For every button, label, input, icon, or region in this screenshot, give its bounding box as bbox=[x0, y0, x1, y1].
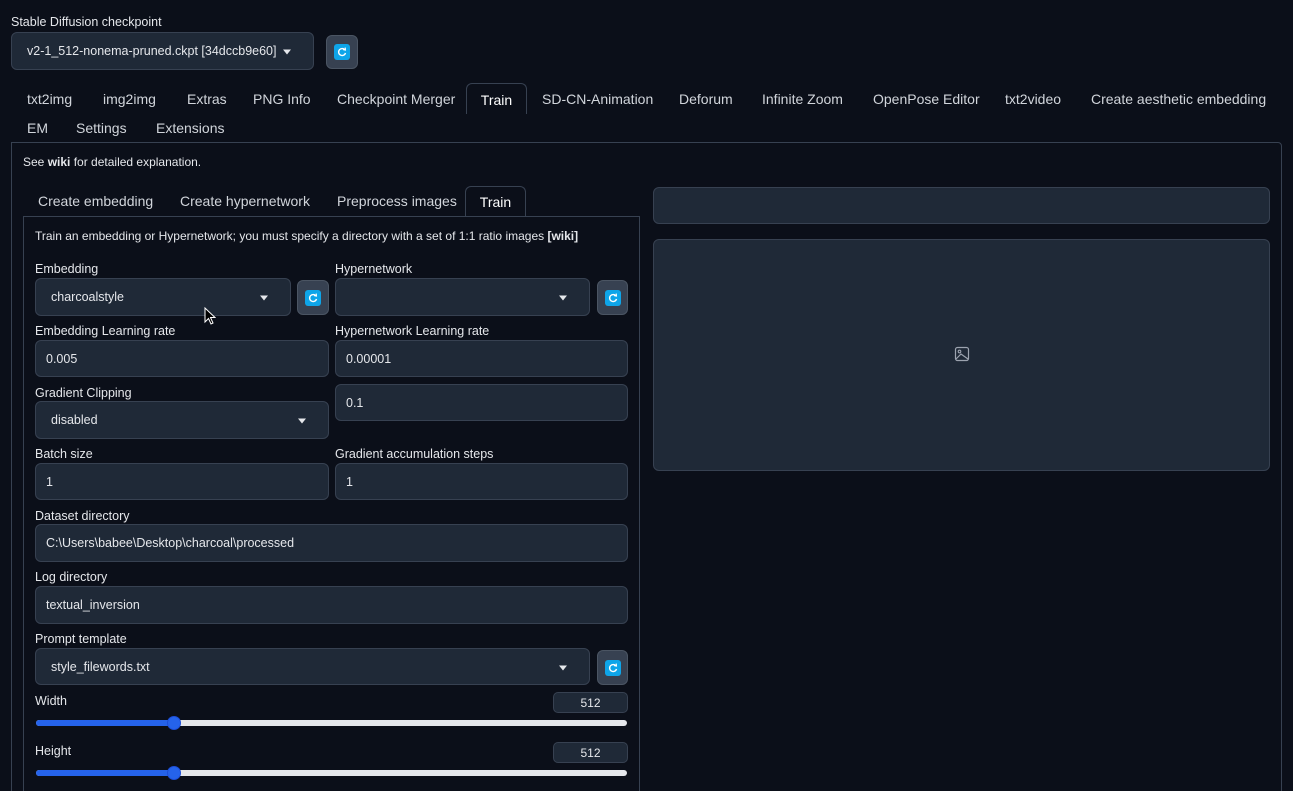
gradient-clipping-value: disabled bbox=[51, 413, 98, 427]
batch-size-label: Batch size bbox=[35, 447, 93, 461]
tab-txt2img[interactable]: txt2img bbox=[27, 91, 72, 107]
image-output-box bbox=[653, 239, 1270, 471]
grad-accum-label: Gradient accumulation steps bbox=[335, 447, 494, 461]
checkpoint-label: Stable Diffusion checkpoint bbox=[11, 15, 162, 29]
refresh-icon bbox=[604, 289, 621, 306]
embedding-lr-input[interactable]: 0.005 bbox=[35, 340, 329, 377]
tab-train[interactable]: Train bbox=[466, 83, 527, 114]
height-slider-fill bbox=[36, 770, 175, 776]
log-dir-input[interactable]: textual_inversion bbox=[35, 586, 628, 624]
tab-deforum[interactable]: Deforum bbox=[679, 91, 733, 107]
height-slider[interactable] bbox=[36, 766, 627, 780]
wiki-note: See wiki for detailed explanation. bbox=[23, 155, 202, 169]
gradient-clipping-label: Gradient Clipping bbox=[35, 386, 132, 400]
tab-create-aesthetic-embedding[interactable]: Create aesthetic embedding bbox=[1091, 91, 1266, 107]
log-dir-label: Log directory bbox=[35, 570, 108, 584]
subtab-preprocess-images[interactable]: Preprocess images bbox=[337, 193, 457, 209]
subtab-create-embedding[interactable]: Create embedding bbox=[38, 193, 153, 209]
dataset-dir-label: Dataset directory bbox=[35, 509, 130, 523]
gradient-clipping-amount-input[interactable]: 0.1 bbox=[335, 384, 628, 421]
prompt-template-refresh-button[interactable] bbox=[597, 650, 628, 685]
hypernetwork-label: Hypernetwork bbox=[335, 262, 413, 276]
image-icon bbox=[954, 346, 970, 365]
refresh-icon bbox=[604, 659, 621, 676]
embedding-refresh-button[interactable] bbox=[297, 280, 329, 315]
chevron-down-icon bbox=[559, 665, 567, 670]
tab-png-info[interactable]: PNG Info bbox=[253, 91, 311, 107]
prompt-template-label: Prompt template bbox=[35, 632, 127, 646]
train-wiki-link[interactable]: [wiki] bbox=[547, 229, 578, 243]
chevron-down-icon bbox=[559, 295, 567, 301]
tab-extras[interactable]: Extras bbox=[187, 91, 227, 107]
tab-em[interactable]: EM bbox=[27, 120, 48, 136]
refresh-icon bbox=[305, 289, 321, 306]
chevron-down-icon bbox=[283, 49, 291, 55]
tab-extensions[interactable]: Extensions bbox=[156, 120, 224, 136]
width-number-input[interactable]: 512 bbox=[553, 692, 628, 713]
subtab-train[interactable]: Train bbox=[465, 186, 526, 217]
tab-checkpoint-merger[interactable]: Checkpoint Merger bbox=[337, 91, 455, 107]
wiki-link[interactable]: wiki bbox=[48, 155, 71, 169]
chevron-down-icon bbox=[260, 295, 268, 301]
output-info-box bbox=[653, 187, 1270, 224]
width-slider[interactable] bbox=[36, 716, 627, 730]
width-slider-fill bbox=[36, 720, 175, 726]
embedding-label: Embedding bbox=[35, 262, 99, 276]
tab-sd-cn-animation[interactable]: SD-CN-Animation bbox=[542, 91, 653, 107]
grad-accum-input[interactable]: 1 bbox=[335, 463, 628, 500]
tab-infinite-zoom[interactable]: Infinite Zoom bbox=[762, 91, 843, 107]
hypernetwork-lr-input[interactable]: 0.00001 bbox=[335, 340, 628, 377]
embedding-lr-label: Embedding Learning rate bbox=[35, 324, 176, 338]
width-label: Width bbox=[35, 694, 67, 708]
embedding-value: charcoalstyle bbox=[51, 290, 124, 304]
tab-txt2video[interactable]: txt2video bbox=[1005, 91, 1061, 107]
prompt-template-dropdown[interactable]: style_filewords.txt bbox=[35, 648, 590, 685]
prompt-template-value: style_filewords.txt bbox=[51, 659, 150, 674]
tab-img2img[interactable]: img2img bbox=[103, 91, 156, 107]
dataset-dir-input[interactable]: C:\Users\babee\Desktop\charcoal\processe… bbox=[35, 524, 628, 562]
refresh-icon bbox=[334, 44, 350, 60]
gradient-clipping-dropdown[interactable]: disabled bbox=[35, 401, 329, 439]
checkpoint-refresh-button[interactable] bbox=[326, 35, 358, 69]
batch-size-input[interactable]: 1 bbox=[35, 463, 329, 500]
checkpoint-dropdown[interactable]: v2-1_512-nonema-pruned.ckpt [34dccb9e60] bbox=[11, 32, 314, 70]
hypernetwork-dropdown[interactable] bbox=[335, 278, 590, 316]
embedding-dropdown[interactable]: charcoalstyle bbox=[35, 278, 291, 316]
tab-settings[interactable]: Settings bbox=[76, 120, 127, 136]
hypernetwork-lr-label: Hypernetwork Learning rate bbox=[335, 324, 490, 338]
train-intro: Train an embedding or Hypernetwork; you … bbox=[35, 229, 579, 243]
tab-openpose-editor[interactable]: OpenPose Editor bbox=[873, 91, 980, 107]
chevron-down-icon bbox=[298, 418, 306, 424]
checkpoint-value: v2-1_512-nonema-pruned.ckpt [34dccb9e60] bbox=[27, 44, 277, 58]
mouse-cursor bbox=[204, 306, 217, 328]
subtab-create-hypernetwork[interactable]: Create hypernetwork bbox=[180, 193, 310, 209]
height-number-input[interactable]: 512 bbox=[553, 742, 628, 763]
hypernetwork-refresh-button[interactable] bbox=[597, 280, 628, 315]
height-label: Height bbox=[35, 744, 72, 758]
